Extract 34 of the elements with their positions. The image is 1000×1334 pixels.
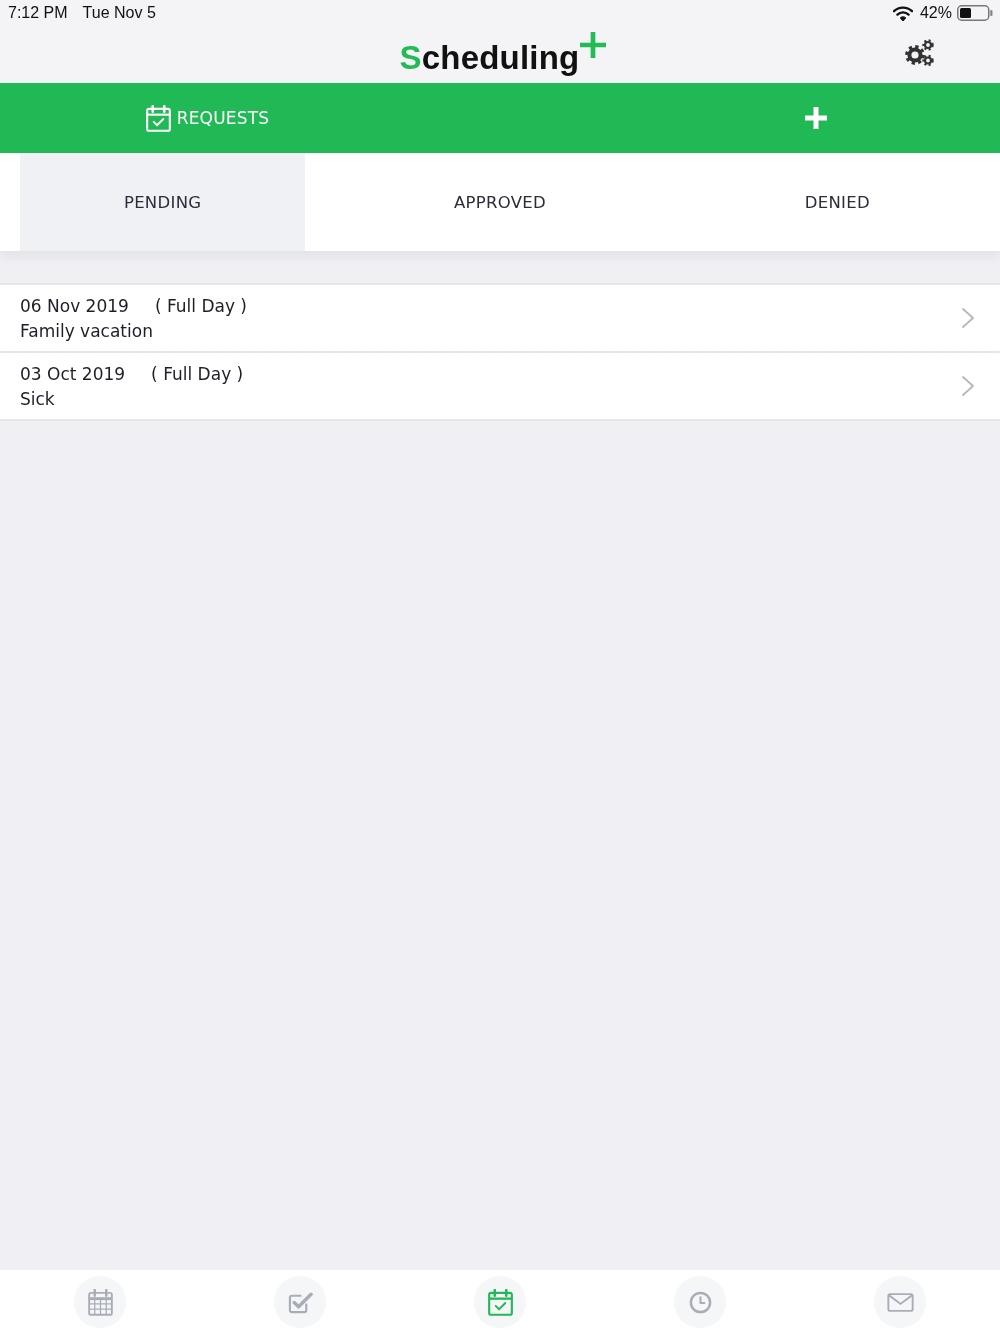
settings-icon	[904, 39, 934, 67]
calendar-check-icon	[487, 1288, 513, 1316]
request-reason: Family vacation	[20, 320, 153, 341]
clock-tab-button[interactable]	[674, 1276, 726, 1328]
envelope-tab-button[interactable]	[874, 1276, 926, 1328]
chevron-right-icon	[962, 308, 974, 328]
battery-icon	[957, 5, 993, 21]
tab[interactable]: DENIED	[674, 153, 1000, 251]
battery-percent: 42%	[919, 4, 952, 22]
request-row[interactable]: 06 Nov 2019 ( Full Day ) Family vacation	[0, 285, 1000, 353]
status-date: Tue Nov 5	[82, 4, 156, 22]
app-logo: Scheduling	[399, 37, 580, 78]
chevron-right-icon	[962, 376, 974, 396]
request-reason: Sick	[20, 388, 55, 409]
request-row[interactable]: 03 Oct 2019 ( Full Day ) Sick	[0, 353, 1000, 421]
plus-icon	[580, 31, 607, 58]
request-duration: ( Full Day )	[151, 363, 244, 384]
calendar-tab-button[interactable]	[74, 1276, 126, 1328]
request-date: 06 Nov 2019	[20, 295, 129, 316]
tab[interactable]: PENDING	[20, 153, 306, 251]
calendar-icon	[87, 1288, 113, 1316]
status-time: 7:12 PM	[8, 4, 68, 22]
wifi-icon	[892, 5, 913, 21]
settings-button[interactable]	[904, 39, 934, 67]
calendar-check-icon	[145, 104, 171, 132]
request-duration: ( Full Day )	[154, 295, 247, 316]
calendar-check-tab-button[interactable]	[474, 1276, 526, 1328]
envelope-icon	[886, 1292, 914, 1312]
plus-icon	[805, 107, 827, 129]
tab[interactable]: APPROVED	[333, 153, 667, 251]
add-button[interactable]	[805, 107, 827, 129]
request-date: 03 Oct 2019	[20, 363, 126, 384]
clock-icon	[688, 1290, 712, 1314]
checkbox-tab-button[interactable]	[274, 1276, 326, 1328]
